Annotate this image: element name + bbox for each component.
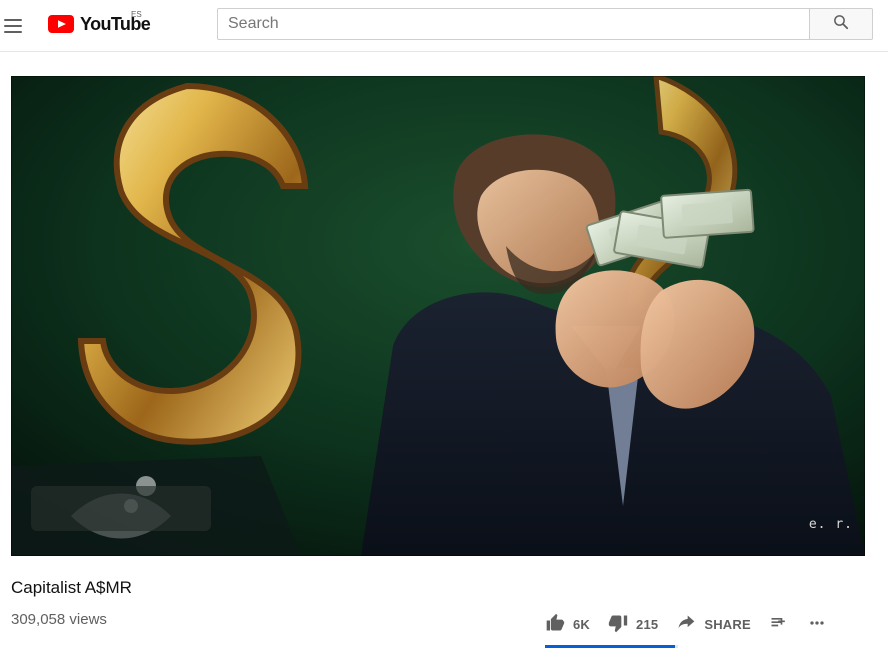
country-code: ES — [131, 10, 142, 19]
add-to-playlist-icon — [769, 613, 789, 636]
like-button[interactable]: 6K — [545, 612, 590, 636]
hamburger-menu-icon[interactable] — [2, 12, 30, 40]
menu-line — [4, 25, 22, 27]
video-player[interactable]: e. r. — [11, 76, 865, 556]
video-actions: 6K 215 SHARE — [545, 611, 875, 637]
search-bar — [217, 8, 873, 40]
youtube-play-icon — [48, 15, 74, 33]
search-icon — [832, 13, 850, 36]
save-to-playlist-button[interactable] — [769, 612, 789, 636]
share-label: SHARE — [704, 616, 751, 632]
view-count: 309,058 views — [11, 611, 107, 628]
dislike-count: 215 — [636, 616, 659, 632]
youtube-logo[interactable]: YouTube ES — [48, 10, 151, 36]
share-arrow-icon — [676, 613, 696, 636]
search-button[interactable] — [809, 8, 873, 40]
more-horiz-icon — [807, 613, 827, 636]
top-bar: YouTube ES — [0, 0, 888, 52]
search-input[interactable] — [217, 8, 809, 40]
thumbs-up-icon — [545, 613, 565, 636]
dislike-button[interactable]: 215 — [608, 612, 658, 636]
like-count: 6K — [573, 616, 591, 632]
video-watermark: e. r. — [808, 517, 853, 532]
menu-line — [4, 19, 22, 21]
menu-line — [4, 31, 22, 33]
more-actions-button[interactable] — [807, 612, 827, 636]
share-button[interactable]: SHARE — [676, 612, 751, 636]
thumbs-down-icon — [608, 613, 628, 636]
video-frame — [11, 76, 865, 556]
video-title: Capitalist A$MR — [11, 578, 132, 597]
